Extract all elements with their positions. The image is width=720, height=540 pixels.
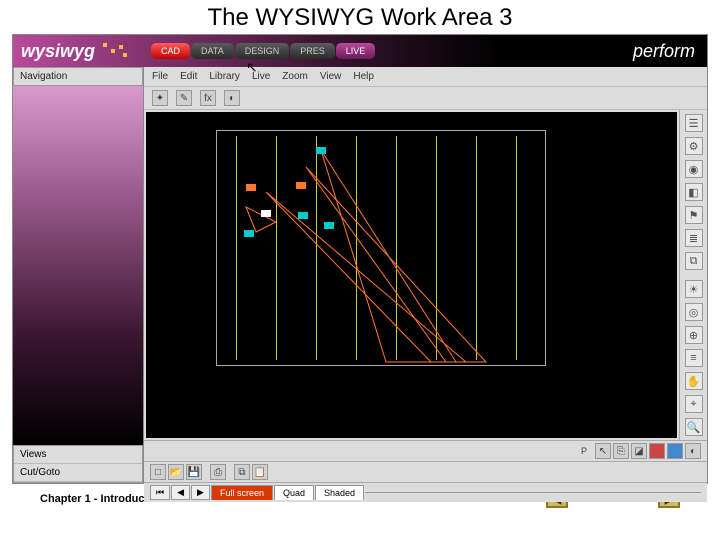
mode-tab-data[interactable]: DATA	[191, 43, 234, 59]
app-logo-icon	[101, 41, 131, 61]
light-icon[interactable]: ☀	[685, 280, 703, 298]
tab-shaded[interactable]: Shaded	[315, 485, 364, 500]
grid-line	[396, 136, 397, 360]
menu-help[interactable]: Help	[353, 71, 374, 82]
stage-boundary	[216, 130, 546, 366]
wand-icon[interactable]: ✦	[152, 90, 168, 106]
globe-icon[interactable]: ◉	[685, 160, 703, 178]
tab-nav-next-icon[interactable]: ▶	[191, 485, 210, 500]
paste-icon[interactable]: 📋	[252, 464, 268, 480]
cad-canvas[interactable]	[146, 112, 677, 438]
color-icon[interactable]: ◪	[631, 443, 647, 459]
copy-icon[interactable]: ⎘	[613, 443, 629, 459]
canvas-wrap: ☰ ⚙ ◉ ◧ ⚑ ≣ ⧉ ☀ ◎ ⊕ ≡ ✋ ⌖ 🔍	[144, 110, 707, 440]
new-icon[interactable]: □	[150, 464, 166, 480]
mode-tab-pres[interactable]: PRES	[290, 43, 335, 59]
main-area: File Edit Library Live Zoom View Help ✦ …	[143, 67, 707, 483]
right-toolbar: ☰ ⚙ ◉ ◧ ⚑ ≣ ⧉ ☀ ◎ ⊕ ≡ ✋ ⌖ 🔍	[679, 110, 707, 440]
fixture-icon[interactable]	[316, 147, 326, 154]
palette-icon[interactable]: ◐	[224, 90, 240, 106]
eye-icon[interactable]: ◎	[685, 303, 703, 321]
navigation-panel-header[interactable]: Navigation	[13, 67, 143, 86]
snap-icon[interactable]: ⌖	[685, 395, 703, 413]
grid-line	[276, 136, 277, 360]
perform-label: perform	[633, 41, 695, 62]
layers-icon[interactable]: ≣	[685, 229, 703, 247]
menu-zoom[interactable]: Zoom	[282, 71, 308, 82]
grid-line	[356, 136, 357, 360]
app-window: wysiwyg CAD DATA DESIGN PRES LIVE ↖ perf…	[12, 34, 708, 484]
slider-icon[interactable]: ≡	[685, 349, 703, 367]
grid-line	[436, 136, 437, 360]
save-icon[interactable]: 💾	[186, 464, 202, 480]
tab-nav-first-icon[interactable]: ⏮	[150, 485, 170, 500]
cube-icon[interactable]: ◧	[685, 183, 703, 201]
menu-live[interactable]: Live	[252, 71, 270, 82]
paint-icon[interactable]: ◐	[685, 443, 701, 459]
view-tab-strip: ⏮ ◀ ▶ Full screen Quad Shaded	[144, 482, 707, 502]
sidebar-bottom-nav: Views Cut/Goto	[13, 445, 143, 483]
grid-line	[316, 136, 317, 360]
grid-line	[476, 136, 477, 360]
app-body: Navigation Views Cut/Goto File Edit Libr…	[13, 67, 707, 483]
tab-quad[interactable]: Quad	[274, 485, 314, 500]
rect-red-icon[interactable]	[649, 443, 665, 459]
menu-view[interactable]: View	[320, 71, 342, 82]
slide-title: The WYSIWYG Work Area 3	[0, 0, 720, 34]
mode-tab-design[interactable]: DESIGN	[235, 43, 290, 59]
mode-tab-cad[interactable]: CAD	[151, 43, 190, 59]
tab-fullscreen[interactable]: Full screen	[211, 485, 273, 500]
fixture-icon[interactable]	[261, 210, 271, 217]
fixture-icon[interactable]	[244, 230, 254, 237]
menu-icon[interactable]: ☰	[685, 114, 703, 132]
print-icon[interactable]: ⎙	[210, 464, 226, 480]
sidebar-cutgoto-button[interactable]: Cut/Goto	[14, 464, 142, 482]
zoom-icon[interactable]: 🔍	[685, 418, 703, 436]
copy2-icon[interactable]: ⧉	[234, 464, 250, 480]
top-toolbar: ✦ ✎ fx ◐	[144, 87, 707, 110]
tab-nav-prev-icon[interactable]: ◀	[171, 485, 190, 500]
file-toolbar: □ 📂 💾 ⎙ ⧉ 📋	[144, 461, 707, 482]
fixture-icon[interactable]	[246, 184, 256, 191]
menu-edit[interactable]: Edit	[180, 71, 197, 82]
menu-library[interactable]: Library	[209, 71, 240, 82]
navigation-panel-body	[13, 86, 143, 445]
grid-line	[236, 136, 237, 360]
cursor-icon[interactable]: ↖	[595, 443, 611, 459]
status-letter: P	[581, 446, 587, 456]
sidebar-views-button[interactable]: Views	[14, 446, 142, 464]
gear-icon[interactable]: ⚙	[685, 137, 703, 155]
mode-tab-live[interactable]: LIVE	[336, 43, 376, 59]
fixture-icon[interactable]	[298, 212, 308, 219]
link-icon[interactable]: ⧉	[685, 252, 703, 270]
fixture-icon[interactable]	[296, 182, 306, 189]
title-bar: wysiwyg CAD DATA DESIGN PRES LIVE ↖ perf…	[13, 35, 707, 67]
menu-file[interactable]: File	[152, 71, 168, 82]
fx-icon[interactable]: fx	[200, 90, 216, 106]
left-sidebar: Navigation Views Cut/Goto	[13, 67, 143, 483]
app-logo-text: wysiwyg	[21, 41, 95, 62]
status-toolbar: P ↖ ⎘ ◪ ◐	[144, 440, 707, 461]
hand-icon[interactable]: ✋	[685, 372, 703, 390]
flag-icon[interactable]: ⚑	[685, 206, 703, 224]
fixture-icon[interactable]	[324, 222, 334, 229]
mode-tabs: CAD DATA DESIGN PRES LIVE	[151, 43, 375, 59]
menu-bar: File Edit Library Live Zoom View Help	[144, 67, 707, 87]
target-icon[interactable]: ⊕	[685, 326, 703, 344]
open-icon[interactable]: 📂	[168, 464, 184, 480]
brush-icon[interactable]: ✎	[176, 90, 192, 106]
rect-blue-icon[interactable]	[667, 443, 683, 459]
grid-line	[516, 136, 517, 360]
